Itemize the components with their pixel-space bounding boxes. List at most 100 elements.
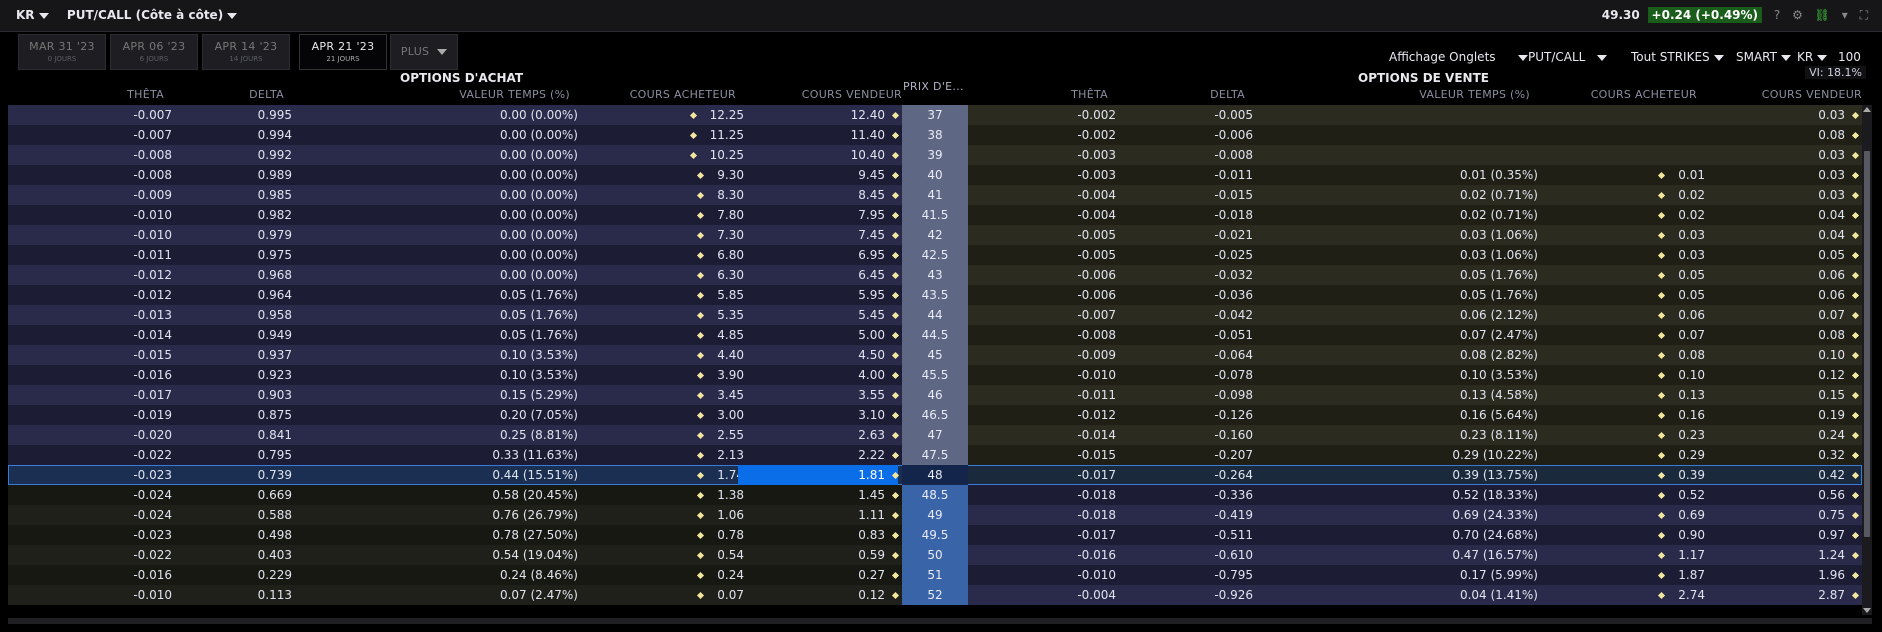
- put-bid[interactable]: 0.07: [1548, 328, 1705, 342]
- call-bid[interactable]: 5.35: [588, 308, 744, 322]
- put-bid[interactable]: 0.90: [1548, 528, 1705, 542]
- call-ask[interactable]: 3.55: [748, 388, 900, 402]
- put-ask[interactable]: 0.04: [1708, 228, 1860, 242]
- put-bid[interactable]: 0.08: [1548, 348, 1705, 362]
- strike-cell[interactable]: 45.5: [902, 365, 968, 385]
- gear-icon[interactable]: ⚙: [1792, 8, 1803, 22]
- puts-theta-header[interactable]: THÊTA: [1000, 88, 1108, 101]
- put-bid[interactable]: 2.74: [1548, 588, 1705, 602]
- help-icon[interactable]: ?: [1774, 8, 1780, 22]
- putcall-dropdown[interactable]: PUT/CALL: [1528, 50, 1608, 64]
- symbol-selector[interactable]: KR: [16, 8, 49, 22]
- strike-cell[interactable]: 48.5: [902, 485, 968, 505]
- put-ask[interactable]: 0.03: [1708, 108, 1860, 122]
- put-ask[interactable]: 0.32: [1708, 448, 1860, 462]
- call-ask[interactable]: 1.11: [748, 508, 900, 522]
- strike-cell[interactable]: 45: [902, 345, 968, 365]
- put-bid[interactable]: 0.13: [1548, 388, 1705, 402]
- option-row[interactable]: -0.010 0.979 0.00 (0.00%) 7.30 7.45 42 -0.005 -…: [8, 225, 1862, 245]
- option-row[interactable]: -0.017 0.903 0.15 (5.29%) 3.45 3.55 46 -0.011 -…: [8, 385, 1862, 405]
- put-bid[interactable]: 0.23: [1548, 428, 1705, 442]
- call-bid[interactable]: 4.40: [588, 348, 744, 362]
- call-ask[interactable]: 4.50: [748, 348, 900, 362]
- put-bid[interactable]: 0.52: [1548, 488, 1705, 502]
- put-ask[interactable]: 0.07: [1708, 308, 1860, 322]
- strike-cell[interactable]: 43: [902, 265, 968, 285]
- call-ask[interactable]: 6.95: [748, 248, 900, 262]
- call-bid[interactable]: 0.24: [588, 568, 744, 582]
- put-ask[interactable]: 0.56: [1708, 488, 1860, 502]
- link-icon[interactable]: ⛓: [1815, 8, 1830, 22]
- strike-header[interactable]: PRIX D'E...: [903, 80, 964, 93]
- put-bid[interactable]: 0.10: [1548, 368, 1705, 382]
- scroll-thumb[interactable]: [1864, 151, 1870, 537]
- put-bid[interactable]: 0.03: [1548, 248, 1705, 262]
- put-ask[interactable]: 0.08: [1708, 128, 1860, 142]
- call-ask[interactable]: 9.45: [748, 168, 900, 182]
- strike-cell[interactable]: 49: [902, 505, 968, 525]
- put-ask[interactable]: 1.96: [1708, 568, 1860, 582]
- calls-timevalue-header[interactable]: VALEUR TEMPS (%): [350, 88, 570, 101]
- strike-cell[interactable]: 43.5: [902, 285, 968, 305]
- underlying-dropdown[interactable]: KR: [1797, 50, 1828, 64]
- vertical-scrollbar[interactable]: [1862, 105, 1872, 615]
- call-ask[interactable]: 3.10: [748, 408, 900, 422]
- display-mode-dropdown[interactable]: Affichage Onglets: [1389, 50, 1528, 64]
- puts-ask-header[interactable]: COURS VENDEUR: [1700, 88, 1862, 101]
- option-row[interactable]: -0.007 0.994 0.00 (0.00%) 11.25 11.40 38 -0.00…: [8, 125, 1862, 145]
- strike-cell[interactable]: 44.5: [902, 325, 968, 345]
- option-row[interactable]: -0.023 0.498 0.78 (27.50%) 0.78 0.83 49.5 -0.0…: [8, 525, 1862, 545]
- put-ask[interactable]: 0.15: [1708, 388, 1860, 402]
- call-bid[interactable]: 1.06: [588, 508, 744, 522]
- strike-cell[interactable]: 51: [902, 565, 968, 585]
- option-row[interactable]: -0.009 0.985 0.00 (0.00%) 8.30 8.45 41 -0.004 -…: [8, 185, 1862, 205]
- put-bid[interactable]: 0.05: [1548, 288, 1705, 302]
- call-ask[interactable]: 4.00: [748, 368, 900, 382]
- put-ask[interactable]: 0.42: [1708, 468, 1860, 482]
- call-bid[interactable]: 0.54: [588, 548, 744, 562]
- puts-bid-header[interactable]: COURS ACHETEUR: [1540, 88, 1697, 101]
- strike-cell[interactable]: 48: [902, 465, 968, 485]
- puts-timevalue-header[interactable]: VALEUR TEMPS (%): [1310, 88, 1530, 101]
- calls-delta-header[interactable]: DELTA: [184, 88, 284, 101]
- call-bid[interactable]: 3.90: [588, 368, 744, 382]
- call-bid[interactable]: 1.38: [588, 488, 744, 502]
- put-ask[interactable]: 0.06: [1708, 268, 1860, 282]
- put-bid[interactable]: 0.02: [1548, 208, 1705, 222]
- option-row[interactable]: -0.024 0.669 0.58 (20.45%) 1.38 1.45 48.5 -0.0…: [8, 485, 1862, 505]
- put-ask[interactable]: 0.03: [1708, 168, 1860, 182]
- call-ask[interactable]: 0.83: [748, 528, 900, 542]
- call-ask[interactable]: 6.45: [748, 268, 900, 282]
- put-ask[interactable]: 0.24: [1708, 428, 1860, 442]
- call-bid[interactable]: 12.25: [588, 108, 744, 122]
- call-bid[interactable]: 0.07: [588, 588, 744, 602]
- option-row[interactable]: -0.012 0.964 0.05 (1.76%) 5.85 5.95 43.5 -0.00…: [8, 285, 1862, 305]
- call-bid[interactable]: 7.30: [588, 228, 744, 242]
- scroll-down-icon[interactable]: [1863, 608, 1871, 613]
- call-ask[interactable]: 12.40: [748, 108, 900, 122]
- put-ask[interactable]: 0.97: [1708, 528, 1860, 542]
- call-bid[interactable]: 8.30: [588, 188, 744, 202]
- put-ask[interactable]: 2.87: [1708, 588, 1860, 602]
- option-row[interactable]: -0.019 0.875 0.20 (7.05%) 3.00 3.10 46.5 -0.01…: [8, 405, 1862, 425]
- call-bid[interactable]: 9.30: [588, 168, 744, 182]
- strike-cell[interactable]: 40: [902, 165, 968, 185]
- call-bid[interactable]: 6.30: [588, 268, 744, 282]
- option-row[interactable]: -0.012 0.968 0.00 (0.00%) 6.30 6.45 43 -0.006 -…: [8, 265, 1862, 285]
- call-ask[interactable]: 0.12: [748, 588, 900, 602]
- put-bid[interactable]: 0.05: [1548, 268, 1705, 282]
- menu-down-icon[interactable]: ▾: [1842, 8, 1848, 22]
- put-ask[interactable]: 0.10: [1708, 348, 1860, 362]
- call-bid[interactable]: 3.00: [588, 408, 744, 422]
- strike-cell[interactable]: 52: [902, 585, 968, 605]
- put-bid[interactable]: 0.69: [1548, 508, 1705, 522]
- option-row[interactable]: -0.024 0.588 0.76 (26.79%) 1.06 1.11 49 -0.018…: [8, 505, 1862, 525]
- option-row[interactable]: -0.010 0.982 0.00 (0.00%) 7.80 7.95 41.5 -0.00…: [8, 205, 1862, 225]
- strike-cell[interactable]: 42: [902, 225, 968, 245]
- strike-cell[interactable]: 44: [902, 305, 968, 325]
- put-bid[interactable]: 1.87: [1548, 568, 1705, 582]
- call-ask[interactable]: 0.59: [748, 548, 900, 562]
- quantity-input[interactable]: 100: [1838, 50, 1861, 64]
- strike-cell[interactable]: 42.5: [902, 245, 968, 265]
- strike-cell[interactable]: 41.5: [902, 205, 968, 225]
